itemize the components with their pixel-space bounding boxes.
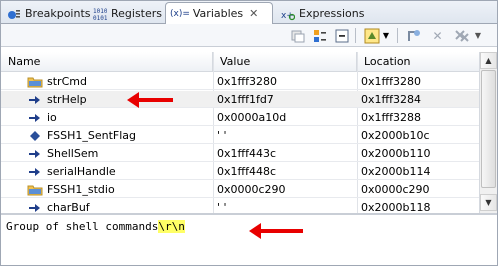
value-cell: 0x1fff448c (217, 165, 277, 178)
tab-label: Breakpoints (25, 7, 91, 20)
table-header: Name Value Location (1, 52, 479, 72)
variables-table: strCmd 0x1fff3280 0x1fff3280 strHelp 0x1… (1, 73, 479, 213)
scrollbar-thumb[interactable] (481, 70, 496, 188)
toolbar-separator (355, 28, 356, 43)
location-cell: 0x2000b10c (361, 129, 430, 142)
expressions-icon: x+ (281, 7, 295, 21)
variables-icon: (x)= (170, 8, 190, 19)
collapse-icon[interactable] (333, 27, 350, 44)
name-cell: strHelp (27, 91, 207, 108)
tab-breakpoints[interactable]: Breakpoints (3, 3, 97, 24)
pointer-arrow-icon (27, 201, 43, 214)
struct-folder-icon (27, 183, 43, 197)
value-cell: ' ' (217, 129, 227, 142)
value-cell: ' ' (217, 201, 227, 213)
name-cell: FSSH1_SentFlag (27, 127, 207, 144)
name-cell: strCmd (27, 73, 207, 90)
tab-registers[interactable]: 1010 0101 Registers (89, 3, 168, 24)
table-row[interactable]: serialHandle 0x1fff448c 0x2000b114 (1, 163, 479, 180)
name-cell: io (27, 109, 207, 126)
remove-icon[interactable]: ✕ (429, 27, 446, 44)
view-toolbar: ▼ ✕ ▼ (1, 24, 497, 47)
detail-text: Group of shell commands\r\n (6, 220, 185, 233)
detail-text-highlight: \r\n (158, 220, 185, 233)
table-row[interactable]: FSSH1_stdio 0x0000c290 0x0000c290 (1, 181, 479, 198)
vertical-scrollbar[interactable]: ▲ ▼ (479, 52, 497, 213)
add-global-variables-icon[interactable] (405, 27, 422, 44)
layout-icon[interactable] (363, 27, 380, 44)
location-cell: 0x1fff3280 (361, 75, 421, 88)
pointer-arrow-icon (27, 147, 43, 161)
table-row[interactable]: strCmd 0x1fff3280 0x1fff3280 (1, 73, 479, 90)
location-cell: 0x2000b118 (361, 201, 431, 213)
collapse-all-icon[interactable] (289, 27, 306, 44)
location-cell: 0x0000c290 (361, 183, 430, 196)
value-cell: 0x1fff3280 (217, 75, 277, 88)
registers-icon: 1010 0101 (93, 7, 107, 21)
tab-expressions[interactable]: x+ Expressions (277, 3, 370, 24)
pointer-arrow-icon (27, 111, 43, 125)
name-cell: charBuf (27, 199, 207, 213)
table-row[interactable]: strHelp 0x1fff1fd7 0x1fff3284 (1, 91, 479, 108)
value-cell: 0x0000a10d (217, 111, 287, 124)
remove-all-icon[interactable] (453, 27, 470, 44)
view-menu-dropdown-icon[interactable]: ▼ (473, 27, 483, 44)
column-header-name[interactable]: Name (1, 52, 213, 72)
name-cell: serialHandle (27, 163, 207, 180)
tab-variables[interactable]: (x)= Variables ✕ (165, 2, 273, 24)
layout-dropdown-icon[interactable]: ▼ (381, 27, 391, 44)
breakpoints-icon (7, 7, 21, 21)
table-row[interactable]: io 0x0000a10d 0x1fff3288 (1, 109, 479, 126)
location-cell: 0x1fff3288 (361, 111, 421, 124)
variable-diamond-icon (27, 129, 43, 143)
scroll-down-icon[interactable]: ▼ (480, 194, 497, 211)
column-header-value[interactable]: Value (213, 52, 357, 72)
scroll-up-icon[interactable]: ▲ (480, 52, 497, 69)
table-row[interactable]: charBuf ' ' 0x2000b118 (1, 199, 479, 213)
table-row[interactable]: ShellSem 0x1fff443c 0x2000b110 (1, 145, 479, 162)
pointer-arrow-icon (27, 93, 43, 107)
name-cell: ShellSem (27, 145, 207, 162)
tab-label: Variables (192, 7, 244, 20)
location-cell: 0x2000b114 (361, 165, 431, 178)
svg-text:0101: 0101 (93, 15, 107, 21)
tab-label: Expressions (299, 7, 365, 20)
svg-text:1010: 1010 (93, 8, 107, 15)
value-cell: 0x1fff1fd7 (217, 93, 274, 106)
show-type-names-icon[interactable] (311, 27, 328, 44)
pointer-arrow-icon (27, 165, 43, 179)
annotation-arrow-icon (249, 223, 303, 239)
struct-folder-icon (27, 75, 43, 89)
annotation-arrow-icon (127, 92, 173, 108)
close-icon[interactable]: ✕ (249, 7, 258, 20)
name-cell: FSSH1_stdio (27, 181, 207, 198)
column-header-location[interactable]: Location (357, 52, 479, 72)
table-row[interactable]: FSSH1_SentFlag ' ' 0x2000b10c (1, 127, 479, 144)
tab-label: Registers (111, 7, 163, 20)
location-cell: 0x1fff3284 (361, 93, 421, 106)
view-tab-bar: Breakpoints 1010 0101 Registers (x)= Vari… (1, 1, 497, 24)
value-cell: 0x1fff443c (217, 147, 277, 160)
variables-view: Breakpoints 1010 0101 Registers (x)= Vari… (0, 0, 498, 266)
location-cell: 0x2000b110 (361, 147, 431, 160)
toolbar-separator (397, 28, 398, 43)
value-cell: 0x0000c290 (217, 183, 286, 196)
